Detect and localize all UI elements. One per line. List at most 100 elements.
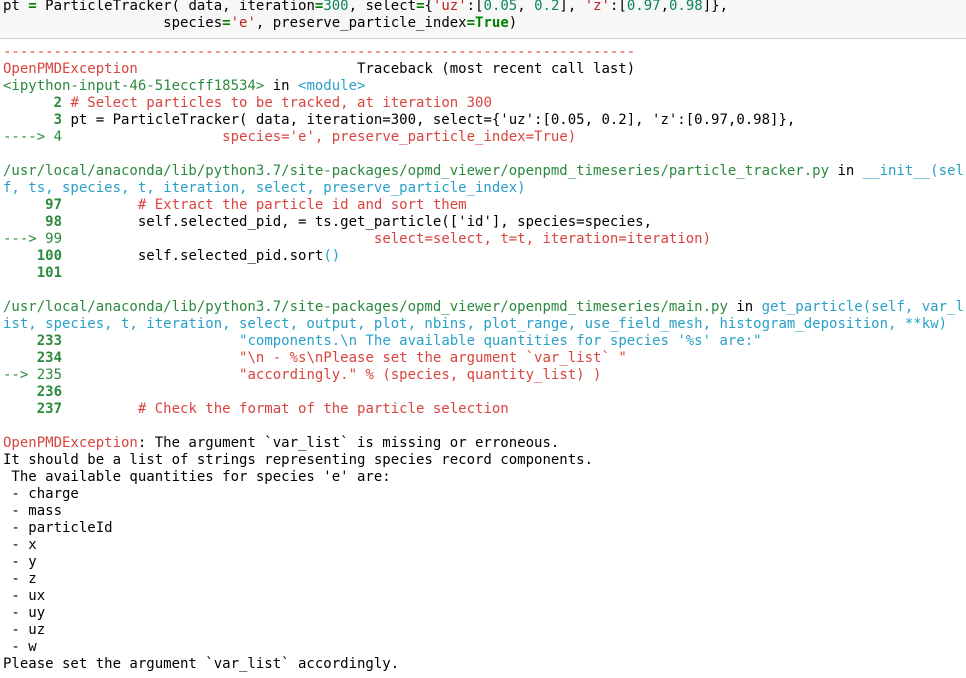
output-line: f, ts, species, t, iteration, select, pr… <box>3 180 526 197</box>
output-line: 100 self.selected_pid.sort() <box>3 248 340 265</box>
code-token: True <box>475 15 509 31</box>
code-token: "accordingly." % (species, quantity_list… <box>239 367 602 383</box>
output-line: - mass <box>3 503 62 520</box>
output-line: - uz <box>3 622 45 639</box>
code-token: - w <box>3 639 37 655</box>
code-token: 234 <box>36 350 63 366</box>
output-line: ---> 99 select=select, t=t, iteration=it… <box>3 231 711 248</box>
output-line: ----------------------------------------… <box>3 44 635 61</box>
code-token: 97 <box>45 197 63 213</box>
output-line: - w <box>3 639 37 656</box>
output-line: OpenPMDException: The argument `var_list… <box>3 435 559 452</box>
output-line: 236 <box>3 384 62 401</box>
code-token: - ux <box>3 588 46 604</box>
code-token: # Check the format of the particle selec… <box>137 401 509 417</box>
code-token: = <box>466 15 476 31</box>
code-token: --> 235 <box>3 367 63 383</box>
code-token: in <box>264 78 299 94</box>
code-token: ) <box>508 15 518 31</box>
code-token: ---> 99 <box>3 231 63 247</box>
code-token: __init__ <box>862 163 931 179</box>
code-token: 3 <box>53 112 63 128</box>
code-token: # Select particles to be tracked, at ite… <box>70 95 492 111</box>
input-line-1[interactable]: pt = ParticleTracker( data, iteration=30… <box>3 0 728 15</box>
code-token: 0.97 <box>626 0 661 14</box>
code-token: Traceback (most recent call last) <box>137 61 636 77</box>
output-line: <ipython-input-46-51eccff18534> in <modu… <box>3 78 365 95</box>
output-line: - particleId <box>3 520 112 537</box>
code-token: in <box>727 299 762 315</box>
code-cell-input[interactable]: pt = ParticleTracker( data, iteration=30… <box>0 0 966 39</box>
code-token: - z <box>3 571 37 587</box>
output-line: Please set the argument `var_list` accor… <box>3 656 399 673</box>
code-token: , <box>660 0 669 14</box>
code-token: :[ <box>466 0 484 14</box>
output-line: 3 pt = ParticleTracker( data, iteration=… <box>3 112 796 129</box>
code-token: self.selected_pid.sort <box>62 248 324 264</box>
code-token: - x <box>3 537 37 553</box>
code-token: species <box>3 15 223 31</box>
code-token: /usr/local/anaconda/lib/python3.7/site-p… <box>3 299 728 315</box>
code-token: :[ <box>609 0 627 14</box>
output-line: It should be a list of strings represent… <box>3 452 593 469</box>
output-line: ist, species, t, iteration, select, outp… <box>3 316 947 333</box>
code-token: f, ts, species, t, iteration, select, pr… <box>3 180 526 196</box>
code-token: 98 <box>45 214 63 230</box>
code-token: ----------------------------------------… <box>3 44 636 60</box>
code-token: self.selected_pid, = ts.get_particle(['i… <box>62 214 653 230</box>
code-token: It should be a list of strings represent… <box>3 452 594 468</box>
output-line: The available quantities for species 'e'… <box>3 469 390 486</box>
output-line: 98 self.selected_pid, = ts.get_particle(… <box>3 214 652 231</box>
code-token: , <box>517 0 535 14</box>
code-token: pt = ParticleTracker( data, iteration=30… <box>62 112 796 128</box>
code-token: - uy <box>3 605 46 621</box>
code-token: "\n - %s\nPlease set the argument `var_l… <box>239 350 627 366</box>
code-token: 2 <box>53 95 63 111</box>
code-token: - charge <box>3 486 79 502</box>
code-token: = <box>28 0 37 14</box>
code-token: { <box>424 0 433 14</box>
code-token: 0.05 <box>483 0 518 14</box>
code-token: "components.\n The available quantities … <box>239 333 762 349</box>
code-token: () <box>323 248 341 264</box>
output-line: 233 "components.\n The available quantit… <box>3 333 762 350</box>
output-line: /usr/local/anaconda/lib/python3.7/site-p… <box>3 299 964 316</box>
code-token: : The argument `var_list` is missing or … <box>137 435 560 451</box>
output-line: - charge <box>3 486 79 503</box>
code-token: Please set the argument `var_list` accor… <box>3 656 400 672</box>
code-token: - uz <box>3 622 46 638</box>
code-token: OpenPMDException <box>3 61 138 77</box>
output-line: ----> 4 species='e', preserve_particle_i… <box>3 129 576 146</box>
code-token: , preserve_particle_index <box>255 15 467 31</box>
code-token: /usr/local/anaconda/lib/python3.7/site-p… <box>3 163 830 179</box>
code-token: ]}, <box>702 0 729 14</box>
code-token: 237 <box>36 401 63 417</box>
output-line: 2 # Select particles to be tracked, at i… <box>3 95 492 112</box>
code-token: 100 <box>36 248 63 264</box>
code-token: ParticleTracker( data, iteration <box>36 0 315 14</box>
code-token: select=select, t=t, iteration=iteration) <box>373 231 712 247</box>
output-line: 101 <box>3 265 62 282</box>
code-token: <module> <box>298 78 366 94</box>
code-token: OpenPMDException <box>3 435 138 451</box>
code-token: pt <box>3 0 29 14</box>
output-line: - uy <box>3 605 45 622</box>
output-line: - z <box>3 571 37 588</box>
code-token: 0.2 <box>534 0 560 14</box>
input-line-2[interactable]: species='e', preserve_particle_index=Tru… <box>3 15 517 32</box>
code-token: 300 <box>323 0 349 14</box>
code-token: , select <box>348 0 417 14</box>
